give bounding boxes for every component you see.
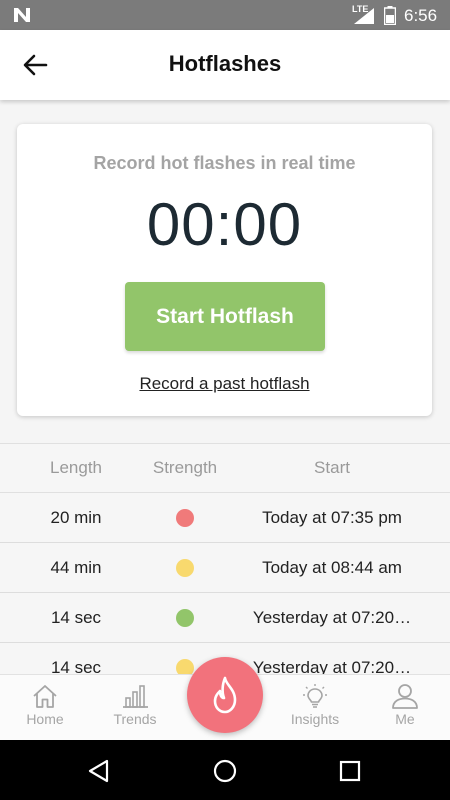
record-subtitle: Record hot flashes in real time [93,153,356,173]
timer-display: 00:00 [146,191,303,258]
header-strength: Strength [152,458,218,477]
table-row[interactable]: 14 sec Yesterday at 07:20… [0,593,450,643]
nav-me[interactable]: Me [360,683,450,727]
status-bar: LTE 6:56 [0,0,450,30]
page-title: Hotflashes [168,51,282,76]
home-icon [33,685,57,708]
system-navigation-bar [0,740,450,800]
nav-home-label: Home [26,711,64,727]
header-length: Length [50,458,102,477]
lightbulb-icon [303,684,327,708]
flame-icon [213,676,237,714]
app-bar: Hotflashes [0,30,450,100]
table-header: Length Strength Start [0,443,450,493]
nav-trends[interactable]: Trends [90,683,180,727]
row-length: 14 sec [50,607,102,627]
app-screen: LTE 6:56 Hotflashes Record hot flashes i… [0,0,450,800]
strength-dot [176,508,194,527]
row-length: 20 min [50,507,102,527]
recents-square-icon[interactable] [337,758,363,784]
header-start: Start [314,458,350,477]
table-row[interactable]: 44 min Today at 08:44 am [0,543,450,593]
row-start: Today at 08:44 am [262,557,402,577]
nav-insights-label: Insights [290,711,340,727]
table-row[interactable]: 20 min Today at 07:35 pm [0,493,450,543]
record-card: Record hot flashes in real time 00:00 St… [17,124,432,416]
signal-icon [354,8,374,24]
strength-dot [176,558,194,577]
record-flame-fab[interactable] [187,657,263,733]
battery-icon [384,6,396,25]
record-past-hotflash-link[interactable]: Record a past hotflash [17,374,432,394]
start-hotflash-button[interactable]: Start Hotflash [125,282,325,351]
clock: 6:56 [404,6,438,25]
nav-trends-label: Trends [113,711,157,727]
home-circle-icon[interactable] [212,758,238,784]
back-triangle-icon[interactable] [86,758,112,784]
nav-home[interactable]: Home [0,683,90,727]
bar-chart-icon [123,685,148,708]
row-start: Yesterday at 07:20… [252,607,412,627]
person-icon [392,684,418,709]
strength-dot [176,608,194,627]
hotflash-table: Length Strength Start 20 min Today at 07… [0,443,450,693]
row-start: Today at 07:35 pm [262,507,402,527]
nav-insights[interactable]: Insights [270,683,360,727]
row-length: 44 min [50,557,102,577]
notification-n-icon [14,8,30,22]
nav-me-label: Me [395,711,415,727]
